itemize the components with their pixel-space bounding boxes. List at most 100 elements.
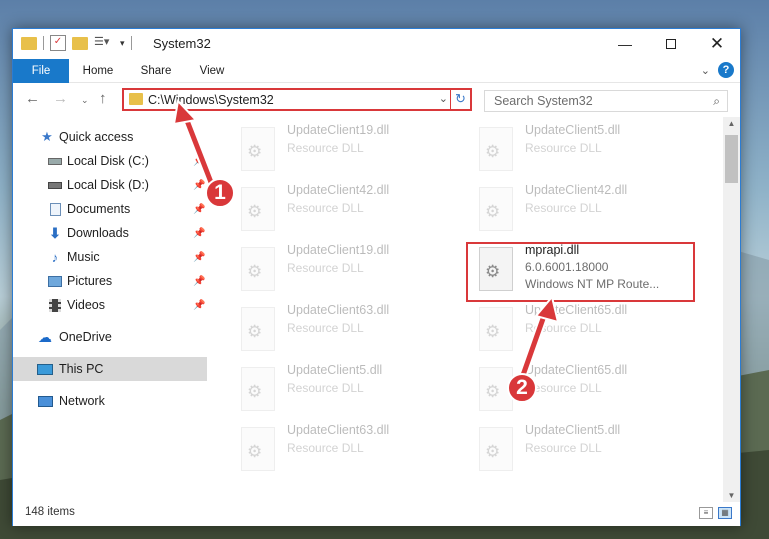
status-bar: 148 items ≡ ▦	[13, 502, 740, 526]
window-controls: — ✕	[602, 29, 740, 59]
tab-view[interactable]: View	[189, 59, 235, 83]
sidebar-item-this-pc[interactable]: This PC	[13, 357, 207, 381]
item-count: 148 items	[25, 506, 75, 518]
sidebar-item-local-disk-d[interactable]: Local Disk (D:) 📌	[13, 173, 207, 197]
dll-file-icon: ⚙	[241, 307, 275, 351]
sidebar-item-label: Downloads	[67, 226, 129, 240]
drive-icon	[47, 178, 63, 192]
back-arrow-icon[interactable]: ←	[25, 90, 40, 107]
music-icon: ♪	[51, 249, 59, 265]
file-name: UpdateClient5.dll	[525, 423, 621, 437]
close-button[interactable]: ✕	[694, 29, 740, 59]
sidebar-item-documents[interactable]: Documents 📌	[13, 197, 207, 221]
file-tile[interactable]: ⚙ UpdateClient5.dll Resource DLL	[467, 419, 697, 477]
window-title: System32	[153, 36, 211, 51]
pin-icon: 📌	[193, 227, 206, 239]
file-tile[interactable]: ⚙ UpdateClient5.dll Resource DLL	[229, 359, 459, 417]
address-dropdown-icon[interactable]: ⌄	[439, 92, 448, 105]
network-icon	[37, 394, 53, 408]
dll-file-icon: ⚙	[479, 187, 513, 231]
scroll-down-icon[interactable]: ▼	[723, 491, 740, 500]
file-type: Resource DLL	[525, 441, 602, 455]
pin-icon: 📌	[193, 203, 206, 215]
file-tile[interactable]: ⚙ UpdateClient19.dll Resource DLL	[229, 239, 459, 297]
properties-check-icon[interactable]: ✓	[50, 35, 66, 51]
pin-icon: 📌	[193, 275, 206, 287]
customize-toolbar-icon[interactable]: ☰▾	[94, 35, 110, 51]
sidebar-item-local-disk-c[interactable]: Local Disk (C:) 📌	[13, 149, 207, 173]
vertical-scrollbar[interactable]: ▲ ▼	[723, 117, 740, 502]
sidebar-item-music[interactable]: ♪ Music 📌	[13, 245, 207, 269]
navigation-bar: ← → ⌄ ↑ C:\Windows\System32 ⌄ ↻ Search S…	[13, 83, 740, 117]
file-name: UpdateClient63.dll	[287, 303, 390, 317]
pin-icon: 📌	[193, 251, 206, 263]
file-type: Resource DLL	[287, 201, 364, 215]
address-bar[interactable]: C:\Windows\System32 ⌄ ↻	[122, 88, 472, 111]
new-folder-icon[interactable]	[72, 36, 88, 50]
forward-arrow-icon[interactable]: →	[53, 90, 68, 107]
file-type: Resource DLL	[287, 141, 364, 155]
sidebar-item-videos[interactable]: Videos 📌	[13, 293, 207, 317]
sidebar-item-downloads[interactable]: ⬇ Downloads 📌	[13, 221, 207, 245]
pin-icon: 📌	[193, 179, 206, 191]
star-icon: ★	[41, 129, 53, 144]
details-view-icon[interactable]: ≡	[699, 507, 713, 519]
pin-icon: 📌	[193, 155, 206, 167]
toolbar-dropdown-icon[interactable]: ▾	[120, 38, 125, 49]
sidebar-item-quick-access[interactable]: ★ Quick access	[13, 125, 207, 149]
file-tile[interactable]: ⚙ UpdateClient42.dll Resource DLL	[467, 179, 697, 237]
title-bar: ✓ ☰▾ ▾ System32 — ✕	[13, 29, 740, 59]
file-tile[interactable]: ⚙ UpdateClient19.dll Resource DLL	[229, 119, 459, 177]
sidebar-item-network[interactable]: Network	[13, 389, 207, 413]
highlight-box	[466, 242, 695, 302]
maximize-icon	[666, 39, 676, 49]
file-type: Resource DLL	[287, 381, 364, 395]
dll-file-icon: ⚙	[479, 307, 513, 351]
quick-access-toolbar: ✓ ☰▾ ▾	[21, 35, 132, 51]
scroll-thumb[interactable]	[725, 135, 738, 183]
dll-file-icon: ⚙	[479, 427, 513, 471]
up-arrow-icon[interactable]: ↑	[99, 90, 107, 107]
recent-locations-icon[interactable]: ⌄	[81, 95, 89, 106]
expand-ribbon-icon[interactable]: ⌄	[701, 64, 710, 77]
download-icon: ⬇	[49, 224, 61, 241]
tab-share[interactable]: Share	[133, 59, 179, 83]
file-tile[interactable]: ⚙ UpdateClient42.dll Resource DLL	[229, 179, 459, 237]
file-tile[interactable]: ⚙ UpdateClient5.dll Resource DLL	[467, 119, 697, 177]
tab-home[interactable]: Home	[75, 59, 121, 83]
search-icon[interactable]: ⌕	[713, 94, 720, 109]
drive-icon	[47, 154, 63, 168]
file-name: UpdateClient42.dll	[287, 183, 390, 197]
file-tile[interactable]: ⚙ UpdateClient65.dll Resource DLL	[467, 359, 697, 417]
file-tile[interactable]: ⚙ UpdateClient65.dll Resource DLL	[467, 299, 697, 357]
file-type: Resource DLL	[287, 441, 364, 455]
sidebar-item-label: Documents	[67, 202, 131, 216]
view-toggle: ≡ ▦	[699, 507, 732, 519]
toolbar-divider	[43, 36, 44, 50]
tiles-view-icon[interactable]: ▦	[718, 507, 732, 519]
ribbon: File Home Share View ⌄ ?	[13, 59, 740, 83]
file-tile[interactable]: ⚙ UpdateClient63.dll Resource DLL	[229, 299, 459, 357]
tab-file[interactable]: File	[13, 59, 69, 83]
sidebar-item-pictures[interactable]: Pictures 📌	[13, 269, 207, 293]
refresh-icon[interactable]: ↻	[450, 88, 470, 111]
sidebar-item-onedrive[interactable]: ☁ OneDrive	[13, 325, 207, 349]
sidebar-item-label: Network	[59, 394, 105, 408]
dll-file-icon: ⚙	[241, 247, 275, 291]
search-placeholder: Search System32	[494, 94, 593, 108]
sidebar-item-label: Videos	[67, 298, 105, 312]
minimize-button[interactable]: —	[602, 29, 648, 59]
file-type: Resource DLL	[525, 141, 602, 155]
address-path[interactable]: C:\Windows\System32	[148, 93, 274, 107]
dll-file-icon: ⚙	[241, 127, 275, 171]
file-name: UpdateClient5.dll	[525, 123, 621, 137]
file-tile[interactable]: ⚙ UpdateClient63.dll Resource DLL	[229, 419, 459, 477]
help-icon[interactable]: ?	[718, 62, 734, 78]
scroll-up-icon[interactable]: ▲	[723, 119, 740, 128]
videos-icon	[47, 298, 63, 312]
sidebar-item-label: Music	[67, 250, 100, 264]
step-badge-2: 2	[507, 373, 537, 403]
close-icon: ✕	[709, 34, 725, 53]
search-input[interactable]: Search System32 ⌕	[484, 90, 728, 112]
maximize-button[interactable]	[648, 29, 694, 59]
